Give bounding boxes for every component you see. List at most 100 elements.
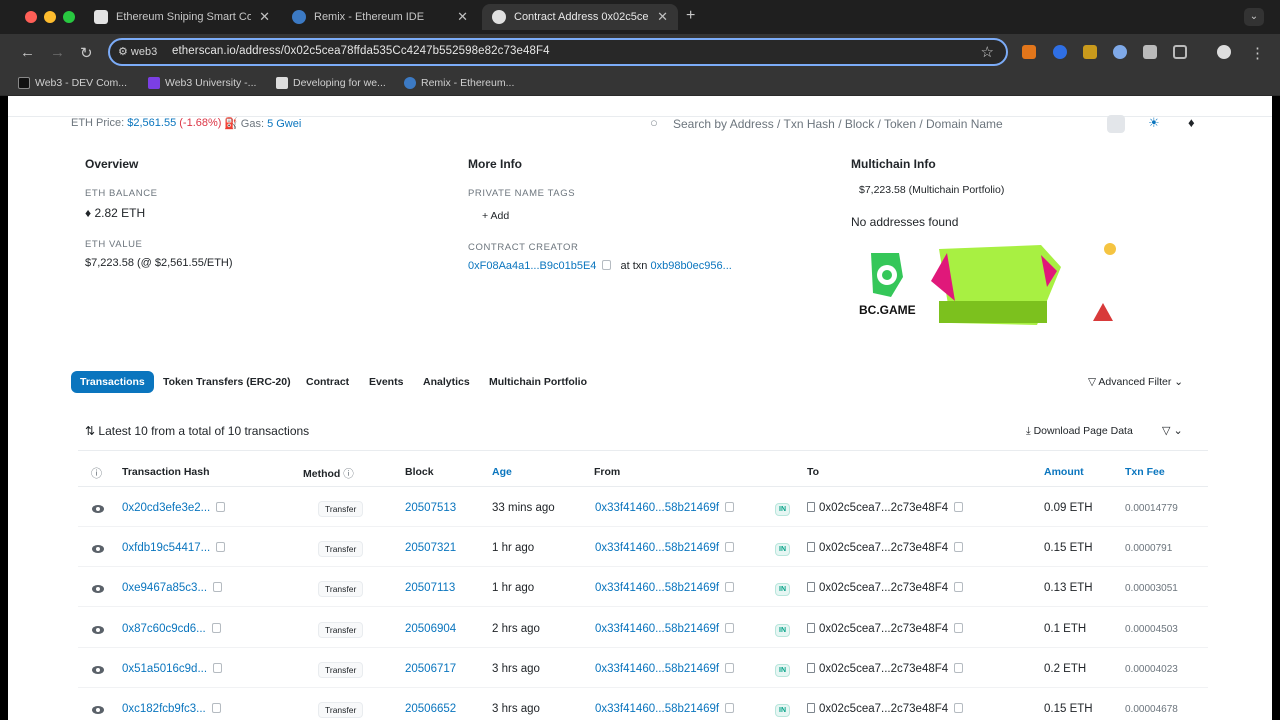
copy-icon[interactable] xyxy=(216,542,226,552)
close-tab-icon[interactable]: ✕ xyxy=(657,9,668,25)
from-address-link[interactable]: 0x33f41460...58b21469f xyxy=(595,663,735,675)
ethereum-network-icon[interactable]: ♦ xyxy=(1188,115,1195,130)
copy-icon[interactable] xyxy=(213,663,223,673)
copy-icon[interactable] xyxy=(725,703,735,713)
header-amount[interactable]: Amount xyxy=(1044,466,1084,478)
close-tab-icon[interactable]: ✕ xyxy=(457,9,468,25)
bookmark-remix[interactable]: Remix - Ethereum... xyxy=(404,77,514,89)
copy-icon[interactable] xyxy=(211,703,221,713)
view-details-icon[interactable] xyxy=(92,626,104,634)
copy-icon[interactable] xyxy=(725,542,735,552)
add-tag-button[interactable]: + Add xyxy=(482,210,509,222)
reload-icon[interactable]: ↻ xyxy=(80,44,93,62)
block-link[interactable]: 20507113 xyxy=(405,582,455,594)
copy-icon[interactable] xyxy=(725,663,735,673)
txn-hash-link[interactable]: 0xc182fcb9fc3... xyxy=(122,703,221,715)
site-info-label[interactable]: ⚙ web3 xyxy=(118,45,157,58)
copy-icon[interactable] xyxy=(213,582,223,592)
forward-icon[interactable]: → xyxy=(50,44,65,61)
profile-icon[interactable] xyxy=(1217,45,1231,59)
block-link[interactable]: 20506904 xyxy=(405,623,456,635)
close-window-button[interactable] xyxy=(25,11,37,23)
view-details-icon[interactable] xyxy=(92,545,104,553)
extension-icon[interactable] xyxy=(1053,45,1067,59)
bookmark-star-icon[interactable]: ☆ xyxy=(981,43,994,61)
creation-txn-link[interactable]: 0xb98b0ec956... xyxy=(650,260,731,272)
extension-icon[interactable] xyxy=(1113,45,1127,59)
copy-icon[interactable] xyxy=(602,260,612,270)
copy-icon[interactable] xyxy=(954,663,964,673)
copy-icon[interactable] xyxy=(216,502,226,512)
from-address-link[interactable]: 0x33f41460...58b21469f xyxy=(595,502,735,514)
extension-icon[interactable] xyxy=(1143,45,1157,59)
view-details-icon[interactable] xyxy=(92,505,104,513)
txn-hash-link[interactable]: 0xe9467a85c3... xyxy=(122,582,223,594)
method-badge: Transfer xyxy=(318,702,364,718)
block-link[interactable]: 20507513 xyxy=(405,502,456,514)
from-address-link[interactable]: 0x33f41460...58b21469f xyxy=(595,582,735,594)
remix-icon xyxy=(292,10,306,24)
bookmark-developing[interactable]: Developing for we... xyxy=(276,77,386,89)
view-details-icon[interactable] xyxy=(92,706,104,714)
minimize-window-button[interactable] xyxy=(44,11,56,23)
keyboard-shortcut-icon[interactable] xyxy=(1107,115,1125,133)
tab-remix[interactable]: Remix - Ethereum IDE ✕ xyxy=(282,4,478,30)
copy-icon[interactable] xyxy=(954,582,964,592)
search-input[interactable]: Search by Address / Txn Hash / Block / T… xyxy=(673,117,1003,131)
divider xyxy=(78,526,1208,527)
copy-icon[interactable] xyxy=(725,623,735,633)
txn-hash-link[interactable]: 0x20cd3efe3e2... xyxy=(122,502,226,514)
copy-icon[interactable] xyxy=(954,623,964,633)
txn-hash-link[interactable]: 0xfdb19c54417... xyxy=(122,542,226,554)
tab-ethereum-sniping[interactable]: Ethereum Sniping Smart Con ✕ xyxy=(84,4,280,30)
method-badge: Transfer xyxy=(318,581,364,597)
view-details-icon[interactable] xyxy=(92,666,104,674)
header-txn-fee[interactable]: Txn Fee xyxy=(1125,466,1165,478)
bookmark-dev[interactable]: Web3 - DEV Com... xyxy=(18,77,127,89)
copy-icon[interactable] xyxy=(725,502,735,512)
from-address-link[interactable]: 0x33f41460...58b21469f xyxy=(595,703,735,715)
address-bar[interactable]: ⚙ web3 etherscan.io/address/0x02c5cea78f… xyxy=(108,38,1008,66)
sort-icon: ⇅ xyxy=(85,424,99,438)
tab-contract[interactable]: Contract xyxy=(297,371,358,393)
multichain-portfolio[interactable]: $7,223.58 (Multichain Portfolio) xyxy=(859,184,1004,196)
copy-icon[interactable] xyxy=(954,703,964,713)
tab-transactions[interactable]: Transactions xyxy=(71,371,154,393)
bc-game-ad-banner[interactable]: BC.GAME xyxy=(851,241,1121,329)
tab-events[interactable]: Events xyxy=(360,371,412,393)
view-details-icon[interactable] xyxy=(92,585,104,593)
extensions-puzzle-icon[interactable] xyxy=(1173,45,1187,59)
from-address-link[interactable]: 0x33f41460...58b21469f xyxy=(595,623,735,635)
back-icon[interactable]: ← xyxy=(20,44,35,61)
block-link[interactable]: 20506717 xyxy=(405,663,456,675)
filter-icon: ▽ ⌄ xyxy=(1162,425,1183,437)
extension-icon[interactable] xyxy=(1083,45,1097,59)
table-filter-button[interactable]: ▽ ⌄ xyxy=(1162,424,1183,437)
download-page-data-button[interactable]: ⤓ Download Page Data xyxy=(1026,425,1133,438)
copy-icon[interactable] xyxy=(211,623,221,633)
tab-token-transfers[interactable]: Token Transfers (ERC-20) xyxy=(154,371,300,393)
tab-search-icon[interactable]: ⌄ xyxy=(1244,8,1264,26)
from-address-link[interactable]: 0x33f41460...58b21469f xyxy=(595,542,735,554)
bookmark-web3-university[interactable]: Web3 University -... xyxy=(148,77,256,89)
theme-toggle-icon[interactable]: ☀ xyxy=(1148,115,1160,131)
creator-address-link[interactable]: 0xF08Aa4a1...B9c01b5E4 xyxy=(468,260,596,272)
chrome-menu-icon[interactable]: ⋮ xyxy=(1250,44,1265,62)
metamask-extension-icon[interactable] xyxy=(1022,45,1036,59)
block-link[interactable]: 20506652 xyxy=(405,703,456,715)
close-tab-icon[interactable]: ✕ xyxy=(259,9,270,25)
header-age[interactable]: Age xyxy=(492,466,512,478)
new-tab-icon[interactable]: + xyxy=(686,7,695,25)
advanced-filter-button[interactable]: ▽ Advanced Filter ⌄ xyxy=(1088,376,1183,388)
contract-icon xyxy=(807,582,815,592)
tab-contract-address[interactable]: Contract Address 0x02c5ce ✕ xyxy=(482,4,678,30)
txn-hash-link[interactable]: 0x51a5016c9d... xyxy=(122,663,223,675)
copy-icon[interactable] xyxy=(954,502,964,512)
block-link[interactable]: 20507321 xyxy=(405,542,456,554)
copy-icon[interactable] xyxy=(954,542,964,552)
tab-analytics[interactable]: Analytics xyxy=(414,371,479,393)
maximize-window-button[interactable] xyxy=(63,11,75,23)
copy-icon[interactable] xyxy=(725,582,735,592)
txn-hash-link[interactable]: 0x87c60c9cd6... xyxy=(122,623,221,635)
tab-multichain-portfolio[interactable]: Multichain Portfolio xyxy=(480,371,596,393)
